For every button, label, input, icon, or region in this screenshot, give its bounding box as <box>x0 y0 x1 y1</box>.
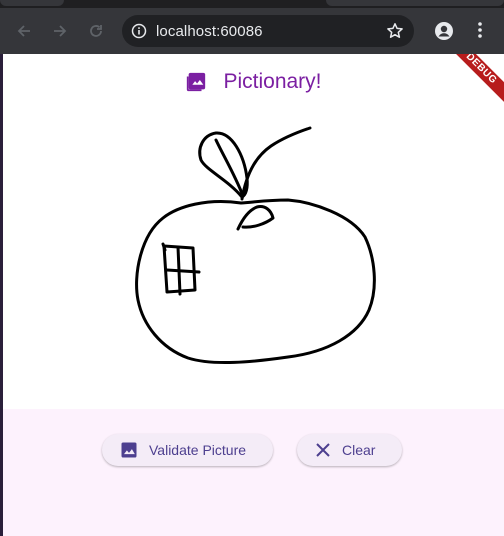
browser-toolbar: localhost:60086 <box>0 8 504 54</box>
more-vert-icon <box>478 22 482 38</box>
site-info-icon <box>131 23 147 39</box>
site-info-button[interactable] <box>122 23 156 39</box>
validate-picture-label: Validate Picture <box>149 442 247 458</box>
reload-button[interactable] <box>78 13 114 49</box>
action-panel: Validate Picture Clear <box>3 409 504 536</box>
image-icon <box>119 440 139 460</box>
bookmark-button[interactable] <box>386 22 404 45</box>
url-text[interactable]: localhost:60086 <box>156 23 263 40</box>
browser-menu-button[interactable] <box>472 20 488 45</box>
validate-picture-button[interactable]: Validate Picture <box>102 434 273 466</box>
drawing-canvas[interactable] <box>3 110 504 410</box>
forward-button[interactable] <box>42 13 78 49</box>
image-icon <box>185 71 207 93</box>
app-viewport: DEBUG Pictionary! Validate Picture Clear <box>3 54 504 536</box>
tab[interactable] <box>0 0 64 6</box>
tab-strip <box>0 0 504 8</box>
app-header: Pictionary! <box>3 64 504 100</box>
close-icon <box>314 441 332 459</box>
arrow-left-icon <box>17 25 30 37</box>
profile-button[interactable] <box>434 21 454 46</box>
tab[interactable] <box>326 0 504 6</box>
back-button[interactable] <box>6 13 42 49</box>
profile-icon <box>435 22 453 40</box>
star-icon <box>387 23 403 38</box>
arrow-right-icon <box>54 25 67 37</box>
reload-icon <box>90 25 102 37</box>
app-title: Pictionary! <box>223 70 322 93</box>
address-bar[interactable]: localhost:60086 <box>122 15 414 47</box>
clear-label: Clear <box>342 442 376 458</box>
apple-sketch <box>135 126 376 365</box>
clear-button[interactable]: Clear <box>297 434 402 466</box>
